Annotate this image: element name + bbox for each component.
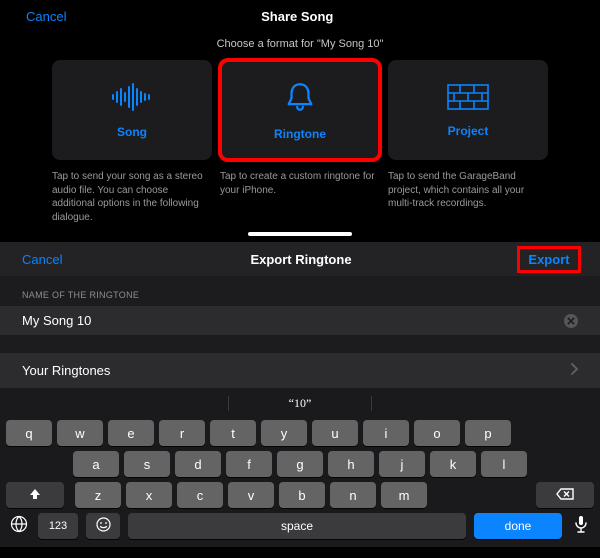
key-a[interactable]: a [73, 451, 119, 477]
keyboard-row-1: qwertyuiop [6, 420, 594, 446]
clear-text-button[interactable] [564, 314, 578, 328]
share-song-sheet: Cancel Share Song Choose a format for "M… [0, 0, 600, 242]
mic-icon [574, 515, 588, 538]
key-d[interactable]: d [175, 451, 221, 477]
shift-icon [28, 487, 42, 504]
numbers-key[interactable]: 123 [38, 513, 78, 539]
key-v[interactable]: v [228, 482, 274, 508]
ringtone-name-input-row[interactable]: My Song 10 [0, 306, 600, 335]
space-key[interactable]: space [128, 513, 466, 539]
format-descriptions: Tap to send your song as a stereo audio … [0, 164, 600, 224]
desc-project: Tap to send the GarageBand project, whic… [388, 170, 548, 224]
keyboard: “10” qwertyuiop asdfghjkl zxcvbnm [0, 388, 600, 547]
your-ringtones-label: Your Ringtones [22, 363, 570, 378]
card-ringtone[interactable]: Ringtone [220, 60, 380, 160]
key-e[interactable]: e [108, 420, 154, 446]
key-x[interactable]: x [126, 482, 172, 508]
key-u[interactable]: u [312, 420, 358, 446]
bell-icon [283, 80, 317, 119]
done-key[interactable]: done [474, 513, 562, 539]
key-g[interactable]: g [277, 451, 323, 477]
export-nav: Cancel Export Ringtone Export [0, 242, 600, 276]
key-o[interactable]: o [414, 420, 460, 446]
export-cancel-button[interactable]: Cancel [22, 252, 82, 267]
backspace-key[interactable] [536, 482, 594, 508]
key-m[interactable]: m [381, 482, 427, 508]
keyboard-suggestion-bar[interactable]: “10” [6, 394, 594, 415]
card-song-label: Song [117, 125, 147, 139]
key-r[interactable]: r [159, 420, 205, 446]
export-ringtone-sheet: Cancel Export Ringtone Export NAME OF TH… [0, 242, 600, 547]
dictation-button[interactable] [570, 515, 592, 537]
key-y[interactable]: y [261, 420, 307, 446]
bricks-icon [446, 83, 490, 116]
card-song[interactable]: Song [52, 60, 212, 160]
key-h[interactable]: h [328, 451, 374, 477]
key-j[interactable]: j [379, 451, 425, 477]
key-s[interactable]: s [124, 451, 170, 477]
home-indicator [248, 232, 352, 236]
key-c[interactable]: c [177, 482, 223, 508]
share-subtitle: Choose a format for "My Song 10" [0, 38, 600, 50]
key-p[interactable]: p [465, 420, 511, 446]
backspace-icon [556, 488, 574, 503]
format-cards: Song Ringtone [0, 50, 600, 164]
emoji-key[interactable] [86, 513, 120, 539]
key-k[interactable]: k [430, 451, 476, 477]
key-z[interactable]: z [75, 482, 121, 508]
keyboard-row-4: 123 space done [6, 513, 594, 539]
key-n[interactable]: n [330, 482, 376, 508]
globe-button[interactable] [8, 515, 30, 537]
key-i[interactable]: i [363, 420, 409, 446]
globe-icon [10, 515, 28, 538]
ringtone-name-input[interactable]: My Song 10 [22, 313, 564, 328]
key-l[interactable]: l [481, 451, 527, 477]
card-project-label: Project [448, 124, 489, 138]
keyboard-row-2: asdfghjkl [6, 451, 594, 477]
card-project[interactable]: Project [388, 60, 548, 160]
share-nav: Cancel Share Song [0, 0, 600, 32]
export-button[interactable]: Export [520, 249, 578, 270]
key-f[interactable]: f [226, 451, 272, 477]
desc-song: Tap to send your song as a stereo audio … [52, 170, 212, 224]
key-q[interactable]: q [6, 420, 52, 446]
keyboard-row-3: zxcvbnm [6, 482, 594, 508]
waveform-icon [109, 82, 155, 117]
key-w[interactable]: w [57, 420, 103, 446]
export-title: Export Ringtone [82, 252, 520, 267]
x-icon [567, 312, 575, 330]
share-cancel-button[interactable]: Cancel [26, 9, 66, 24]
emoji-icon [96, 517, 111, 535]
chevron-right-icon [570, 363, 578, 378]
desc-ringtone: Tap to create a custom ringtone for your… [220, 170, 380, 224]
share-title: Share Song [66, 9, 528, 24]
key-t[interactable]: t [210, 420, 256, 446]
card-ringtone-label: Ringtone [274, 127, 326, 141]
shift-key[interactable] [6, 482, 64, 508]
section-label-name: NAME OF THE RINGTONE [0, 276, 600, 306]
your-ringtones-row[interactable]: Your Ringtones [0, 353, 600, 388]
key-b[interactable]: b [279, 482, 325, 508]
